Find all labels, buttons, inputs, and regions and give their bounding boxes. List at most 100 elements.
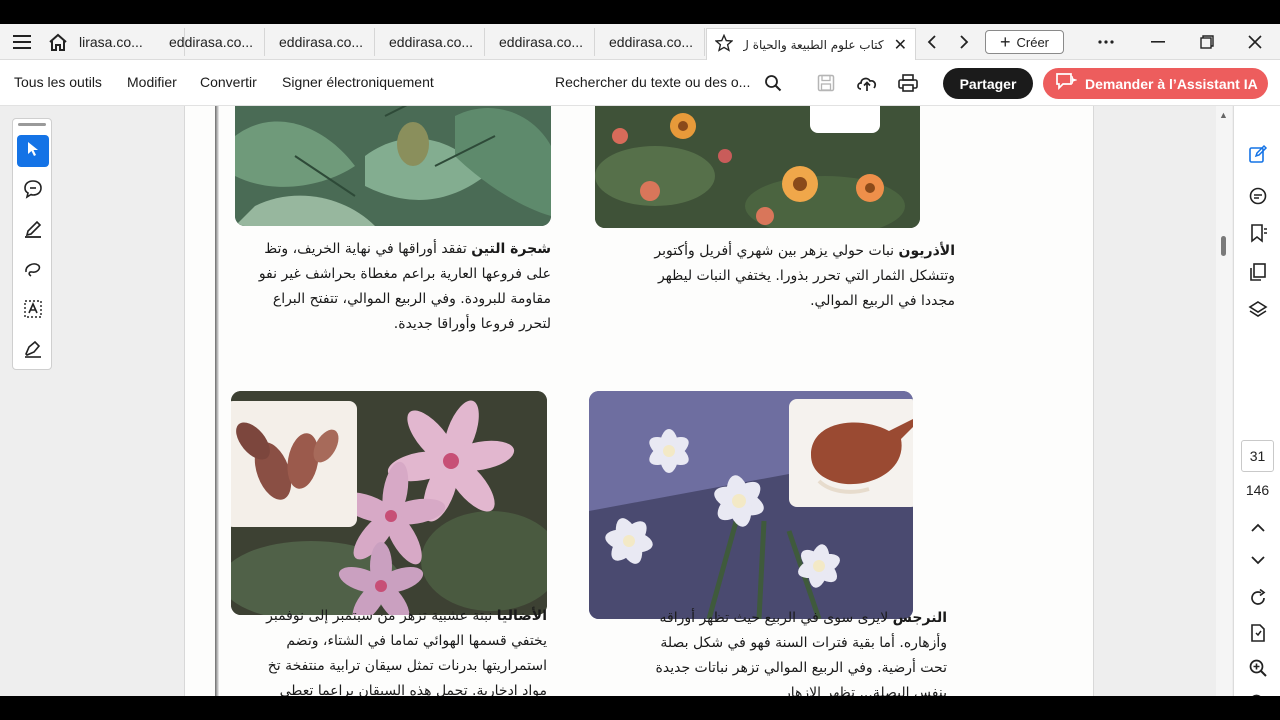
print-icon[interactable]: [896, 71, 920, 95]
share-label: Partager: [959, 75, 1017, 92]
more-options-icon[interactable]: [1092, 28, 1120, 56]
marigold-line-1: الأذريون نبات حولي يزهر بين شهري أفريل و…: [583, 239, 955, 264]
plus-icon: +: [999, 32, 1011, 52]
zoom-in-icon[interactable]: [1246, 656, 1270, 680]
comment-tool-button[interactable]: [17, 175, 49, 207]
freehand-draw-icon: [23, 259, 43, 284]
comment-icon: [23, 179, 43, 204]
narcissus-photo: [589, 391, 913, 619]
acrobat-window: lirasa.co... eddirasa.co... eddirasa.co.…: [0, 24, 1280, 696]
create-label: Créer: [1016, 34, 1050, 50]
edit-pdf-icon[interactable]: [1246, 142, 1270, 166]
tab-document-4[interactable]: eddirasa.co...: [375, 28, 485, 56]
ai-assistant-icon: [1055, 72, 1078, 95]
previous-page-icon[interactable]: [1246, 516, 1270, 540]
page-fit-icon[interactable]: [1246, 621, 1270, 645]
palette-grip[interactable]: [18, 123, 46, 126]
comment-panel-icon[interactable]: [1246, 184, 1270, 208]
edit-menu[interactable]: Modifier: [127, 74, 177, 90]
sign-menu[interactable]: Signer électroniquement: [282, 74, 434, 90]
vertical-scrollbar[interactable]: ▲: [1216, 106, 1232, 696]
scrollbar-thumb[interactable]: [1221, 236, 1226, 256]
pdf-page: شجرة التين تفقد أوراقها في نهاية الخريف،…: [184, 106, 1094, 696]
narcissus-term: النرجس: [892, 610, 947, 626]
narcissus-line-2: وأزهاره. أما بقية فترات السنة فهو في شكل…: [660, 635, 947, 651]
tab-document-5[interactable]: eddirasa.co...: [485, 28, 595, 56]
layers-icon[interactable]: [1246, 298, 1270, 322]
tab-active-document[interactable]: كتاب علوم الطبيعة والحياة ل... ✕: [706, 28, 916, 60]
text-box-tool-button[interactable]: [17, 295, 49, 327]
main-toolbar: Tous les outils Modifier Convertir Signe…: [0, 60, 1280, 106]
fig-tree-text: تفقد أوراقها في نهاية الخريف، وتظ: [264, 241, 467, 257]
ai-assistant-button[interactable]: Demander à l’Assistant IA: [1043, 68, 1268, 99]
tab-label: eddirasa.co...: [169, 34, 254, 50]
scroll-up-arrow-icon[interactable]: ▲: [1219, 110, 1228, 120]
tab-label: eddirasa.co...: [609, 34, 694, 50]
select-tool-button[interactable]: [17, 135, 49, 167]
marigold-paragraph: الأذريون نبات حولي يزهر بين شهري أفريل و…: [583, 239, 955, 314]
tab-label: كتاب علوم الطبيعة والحياة ل...: [743, 37, 884, 52]
marigold-photo: [595, 106, 920, 228]
tab-document-2[interactable]: eddirasa.co...: [155, 28, 265, 56]
tab-document-6[interactable]: eddirasa.co...: [595, 28, 705, 56]
upload-cloud-icon[interactable]: [855, 71, 879, 95]
create-button[interactable]: + Créer: [985, 30, 1064, 54]
document-workspace: شجرة التين تفقد أوراقها في نهاية الخريف،…: [0, 106, 1280, 696]
narcissus-line-4: بنفس البصلة... تظهر الازهار: [783, 685, 947, 696]
narcissus-line-1: النرجس لايرى سوى في الربيع حيث تظهر أورا…: [577, 606, 948, 631]
narcissus-text: لايرى سوى في الربيع حيث تظهر أوراقه: [659, 610, 889, 626]
total-pages: 146: [1245, 482, 1270, 498]
tab-label: eddirasa.co...: [499, 34, 584, 50]
pencil-icon: [23, 219, 43, 244]
marigold-line-3: مجددا في الربيع الموالي.: [810, 293, 955, 309]
marigold-text: نبات حولي يزهر بين شهري أفريل وأكتوبر: [654, 243, 895, 259]
tab-document-3[interactable]: eddirasa.co...: [265, 28, 375, 56]
refresh-icon[interactable]: [1246, 586, 1270, 610]
share-button[interactable]: Partager: [943, 68, 1033, 99]
close-tab-icon[interactable]: ✕: [894, 35, 907, 55]
star-icon[interactable]: [714, 33, 734, 55]
fig-tree-line-1: شجرة التين تفقد أوراقها في نهاية الخريف،…: [217, 237, 551, 262]
tab-bar: lirasa.co... eddirasa.co... eddirasa.co.…: [0, 24, 1280, 60]
current-page-input[interactable]: 31: [1241, 440, 1274, 472]
next-page-icon[interactable]: [1246, 548, 1270, 572]
dahlia-text: نبتة عشبية تزهر من سبتمبر إلى نوفمبر: [266, 608, 493, 624]
dahlia-photo: [231, 391, 547, 615]
dahlia-line-1: الأضاليا نبتة عشبية تزهر من سبتمبر إلى ن…: [217, 604, 547, 629]
home-icon[interactable]: [46, 30, 70, 54]
chevron-left-icon[interactable]: [920, 30, 944, 54]
fig-tree-line-3: مقاومة للبرودة. وفي الربيع الموالي، تتفت…: [272, 291, 551, 307]
restore-icon[interactable]: [1193, 28, 1221, 56]
fig-tree-photo: [235, 106, 551, 226]
text-box-icon: [23, 299, 43, 324]
marigold-term: الأذريون: [898, 243, 955, 259]
dahlia-term: الأضاليا: [496, 608, 547, 624]
all-tools-menu[interactable]: Tous les outils: [14, 74, 102, 90]
minimize-icon[interactable]: [1144, 28, 1172, 56]
save-icon[interactable]: [814, 71, 838, 95]
pages-icon[interactable]: [1246, 260, 1270, 284]
convert-menu[interactable]: Convertir: [200, 74, 257, 90]
annotation-tool-palette: [12, 118, 52, 370]
hamburger-menu-icon[interactable]: [10, 30, 34, 54]
close-window-icon[interactable]: [1241, 28, 1269, 56]
fig-tree-line-4: لتحرر فروعا وأوراقا جديدة.: [393, 316, 551, 332]
marigold-line-2: وتتشكل الثمار التي تحرر بذورا. يختفي الن…: [657, 268, 955, 284]
tab-label: eddirasa.co...: [279, 34, 364, 50]
narcissus-paragraph: النرجس لايرى سوى في الربيع حيث تظهر أورا…: [577, 606, 947, 696]
bookmark-icon[interactable]: [1246, 221, 1270, 245]
screen-bottom-letterbox: [0, 696, 1280, 720]
fig-tree-paragraph: شجرة التين تفقد أوراقها في نهاية الخريف،…: [217, 237, 551, 337]
draw-tool-button[interactable]: [17, 255, 49, 287]
chevron-right-icon[interactable]: [952, 30, 976, 54]
pen-sign-icon: [23, 339, 43, 364]
highlight-tool-button[interactable]: [17, 215, 49, 247]
search-icon[interactable]: [761, 71, 785, 95]
fill-sign-tool-button[interactable]: [17, 335, 49, 367]
search-field[interactable]: Rechercher du texte ou des o...: [555, 74, 755, 90]
dahlia-line-4: مواد ادخارية. تحمل هذه السيقان براعما تع…: [279, 683, 547, 696]
tab-label: eddirasa.co...: [389, 34, 474, 50]
dahlia-line-2: يختفي قسمها الهوائي تماما في الشتاء، وتض…: [286, 633, 547, 649]
dahlia-paragraph: الأضاليا نبتة عشبية تزهر من سبتمبر إلى ن…: [217, 604, 547, 696]
right-tools-panel: 31 146: [1233, 106, 1280, 696]
